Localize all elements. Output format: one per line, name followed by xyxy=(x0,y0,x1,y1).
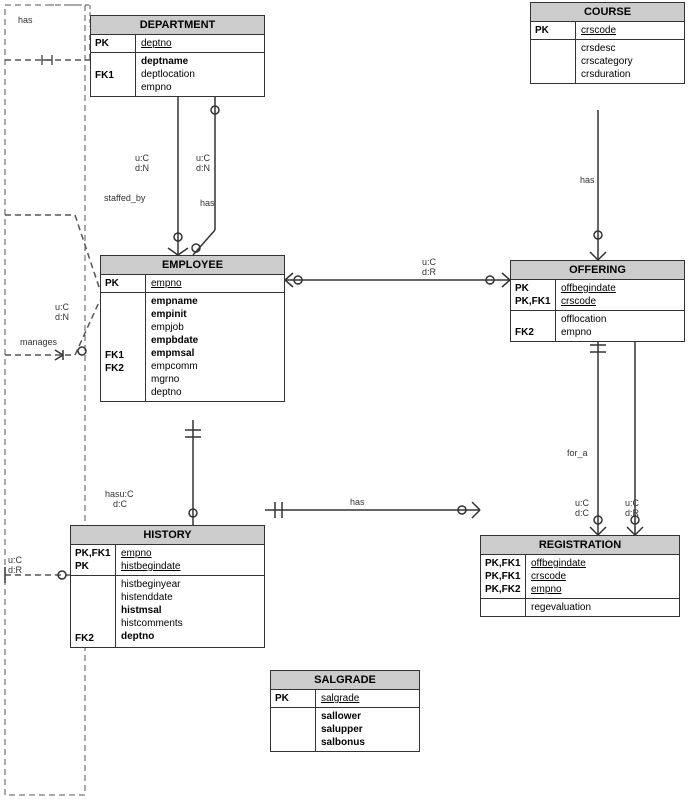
emp-fk2-label: FK2 xyxy=(105,363,124,374)
off-attr1: offlocation xyxy=(561,313,606,326)
emp-pk-label: PK xyxy=(105,278,119,289)
label-uc-for-a-right: u:C xyxy=(625,498,639,508)
label-uc2: u:C xyxy=(135,153,149,163)
hist-attr4: histcomments xyxy=(121,617,183,630)
label-dn2: d:N xyxy=(135,163,149,173)
hist-pk1-label: PK,FK1 xyxy=(75,548,111,559)
label-hasu-c: hasu:C xyxy=(105,489,134,499)
reg-pk2-attr: crscode xyxy=(531,571,566,582)
label-dn1: d:N xyxy=(196,163,210,173)
hist-pk1-attr: empno xyxy=(121,548,152,559)
label-manages: manages xyxy=(20,337,57,347)
reg-pk3-label: PK,FK2 xyxy=(485,584,521,595)
off-pk1-attr: offbegindate xyxy=(561,283,616,294)
hist-fk2-label: FK2 xyxy=(75,633,94,644)
label-uc-for-a-left: u:C xyxy=(575,498,589,508)
label-dc-for-a-left: d:C xyxy=(575,508,589,518)
reg-pk2-label: PK,FK1 xyxy=(485,571,521,582)
label-has-left-hist2: d:R xyxy=(8,565,22,575)
emp-attr1: empname xyxy=(151,295,198,308)
off-attr2: empno xyxy=(561,326,606,339)
sal-pk-attr: salgrade xyxy=(321,693,359,704)
label-has-left-hist: u:C xyxy=(8,555,22,565)
offering-title: OFFERING xyxy=(511,261,684,280)
hist-attr3: histmsal xyxy=(121,604,183,617)
registration-title: REGISTRATION xyxy=(481,536,679,555)
dept-fk1-label: FK1 xyxy=(95,70,114,81)
label-dc: d:C xyxy=(113,499,127,509)
offering-entity: OFFERING PK PK,FK1 offbegindate crscode … xyxy=(510,260,685,342)
diagram-container: COURSE PK crscode crsdesc crscategory cr… xyxy=(0,0,690,803)
label-has-course-off: has xyxy=(580,175,595,185)
employee-entity: EMPLOYEE PK empno FK1 FK2 empname empini… xyxy=(100,255,285,402)
hist-attr5: deptno xyxy=(121,630,183,643)
label-uc-left: u:C xyxy=(55,302,69,312)
label-has-top-left: has xyxy=(18,15,33,25)
dept-pk-attr: deptno xyxy=(141,38,172,49)
label-dr-for-a-right: d:R xyxy=(625,508,639,518)
off-pk2-attr: crscode xyxy=(561,296,596,307)
department-title: DEPARTMENT xyxy=(91,16,264,35)
emp-attr4: empbdate xyxy=(151,334,198,347)
label-for-a: for_a xyxy=(567,448,588,458)
hist-attr2: histenddate xyxy=(121,591,183,604)
history-title: HISTORY xyxy=(71,526,264,545)
emp-attr3: empjob xyxy=(151,321,198,334)
course-attr2: crscategory xyxy=(581,55,633,68)
dept-pk-label: PK xyxy=(95,38,109,49)
emp-attr7: mgrno xyxy=(151,373,198,386)
dept-attr3: empno xyxy=(141,81,195,94)
off-fk2-label: FK2 xyxy=(515,327,534,338)
registration-entity: REGISTRATION PK,FK1 PK,FK1 PK,FK2 offbeg… xyxy=(480,535,680,617)
reg-attr1: regevaluation xyxy=(531,601,591,614)
label-dr-emp-off: d:R xyxy=(422,267,436,277)
hist-pk2-label: PK xyxy=(75,561,89,572)
reg-pk1-attr: offbegindate xyxy=(531,558,586,569)
course-title: COURSE xyxy=(531,3,684,22)
salgrade-title: SALGRADE xyxy=(271,671,419,690)
sal-attr1: sallower xyxy=(321,710,365,723)
label-staffed-by: staffed_by xyxy=(104,193,145,203)
emp-attr8: deptno xyxy=(151,386,198,399)
emp-attr5: empmsal xyxy=(151,347,198,360)
hist-pk2-attr: histbegindate xyxy=(121,561,181,572)
course-attr3: crsduration xyxy=(581,68,633,81)
course-attr1: crsdesc xyxy=(581,42,633,55)
sal-attr3: salbonus xyxy=(321,736,365,749)
hist-attr1: histbeginyear xyxy=(121,578,183,591)
dept-attr2: deptlocation xyxy=(141,68,195,81)
sal-attr2: salupper xyxy=(321,723,365,736)
off-pk1-label: PK xyxy=(515,283,529,294)
label-has-dept-emp: has xyxy=(200,198,215,208)
sal-pk-label: PK xyxy=(275,693,289,704)
emp-pk-attr: empno xyxy=(151,278,182,289)
employee-title: EMPLOYEE xyxy=(101,256,284,275)
reg-pk3-attr: empno xyxy=(531,584,562,595)
course-pk1-attr: crscode xyxy=(581,25,616,36)
emp-attr2: empinit xyxy=(151,308,198,321)
label-uc1: u:C xyxy=(196,153,210,163)
history-entity: HISTORY PK,FK1 PK empno histbegindate FK… xyxy=(70,525,265,648)
off-pk2-label: PK,FK1 xyxy=(515,296,551,307)
course-pk1-label: PK xyxy=(535,25,549,36)
course-entity: COURSE PK crscode crsdesc crscategory cr… xyxy=(530,2,685,84)
label-uc-emp-off: u:C xyxy=(422,257,436,267)
label-has-hist-reg: has xyxy=(350,497,365,507)
dept-attr1: deptname xyxy=(141,55,195,68)
reg-pk1-label: PK,FK1 xyxy=(485,558,521,569)
emp-fk1-label: FK1 xyxy=(105,350,124,361)
department-entity: DEPARTMENT PK deptno FK1 deptname deptlo… xyxy=(90,15,265,97)
label-dn-left: d:N xyxy=(55,312,69,322)
salgrade-entity: SALGRADE PK salgrade sallower salupper s… xyxy=(270,670,420,752)
emp-attr6: empcomm xyxy=(151,360,198,373)
